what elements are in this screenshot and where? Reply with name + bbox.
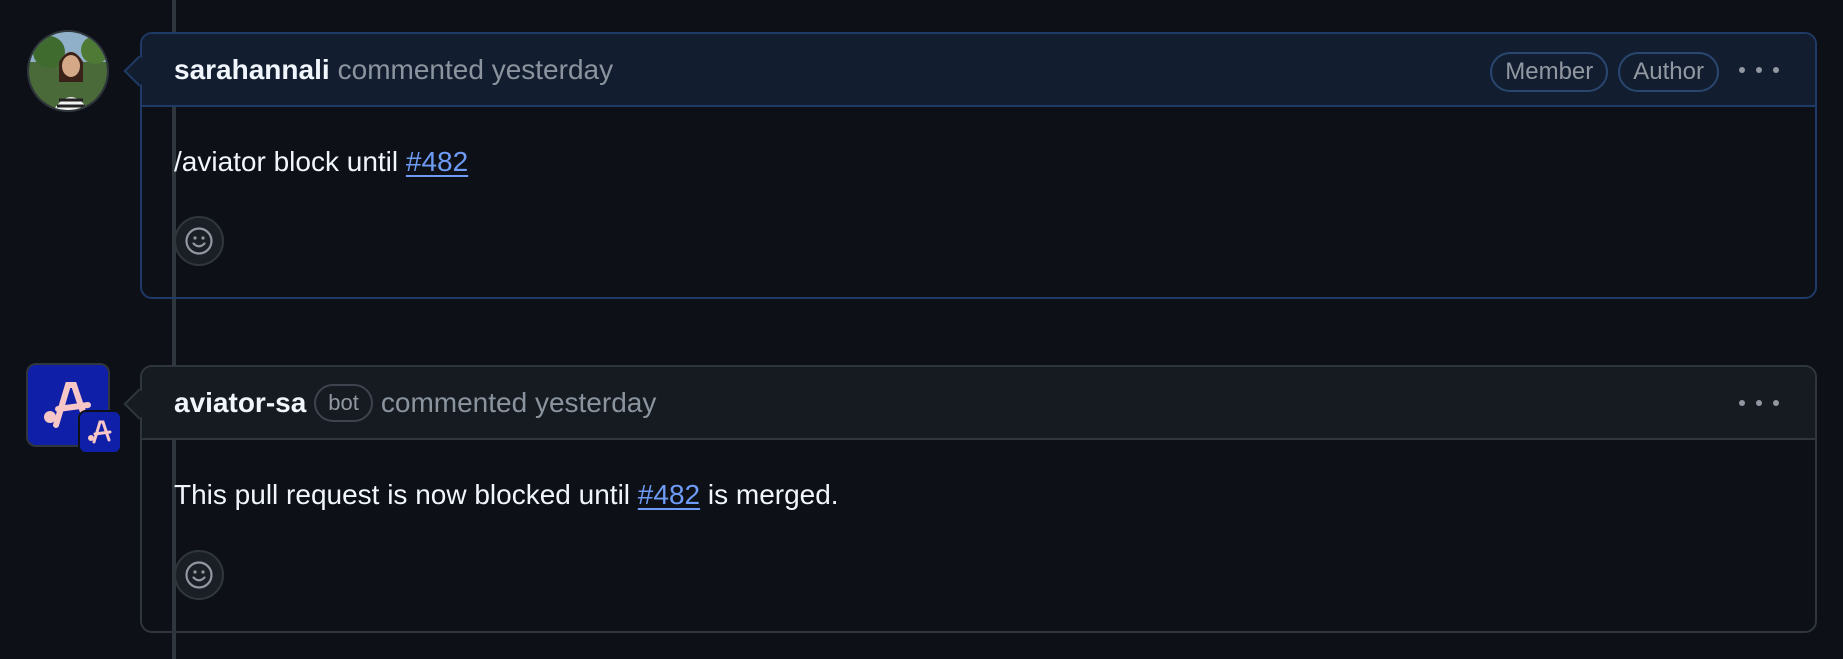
add-reaction-button[interactable] (174, 550, 224, 600)
comment-author[interactable]: sarahannali (174, 54, 330, 86)
author-badges: Member Author (1490, 52, 1719, 92)
pr-link[interactable]: #482 (638, 479, 700, 510)
aviator-logo-icon (88, 420, 112, 444)
comment-author[interactable]: aviator-sa (174, 387, 306, 419)
smiley-icon (185, 227, 213, 255)
comment-body-text: /aviator block until (174, 146, 406, 177)
add-reaction-button[interactable] (174, 216, 224, 266)
smiley-icon (185, 561, 213, 589)
comment-body: /aviator block until #482 (174, 146, 468, 178)
comment-card: aviator-sa bot commented yesterday This … (123, 365, 1817, 633)
pr-link[interactable]: #482 (406, 146, 468, 177)
comment-body-suffix: is merged. (700, 479, 839, 510)
comment-body: This pull request is now blocked until #… (174, 479, 839, 511)
author-badge: Author (1618, 52, 1719, 92)
member-badge: Member (1490, 52, 1609, 92)
comment-timestamp[interactable]: commented yesterday (338, 54, 613, 86)
comment-header: aviator-sa bot commented yesterday (142, 367, 1815, 440)
comment-timestamp[interactable]: commented yesterday (381, 387, 656, 419)
kebab-horizontal-icon[interactable] (1739, 56, 1779, 84)
comment-body-text: This pull request is now blocked until (174, 479, 638, 510)
avatar-sarahannali[interactable] (27, 30, 109, 112)
app-badge-avatar (78, 410, 122, 454)
comment-card: sarahannali commented yesterday Member A… (123, 32, 1817, 299)
bot-badge: bot (314, 383, 373, 422)
kebab-horizontal-icon[interactable] (1739, 389, 1779, 417)
